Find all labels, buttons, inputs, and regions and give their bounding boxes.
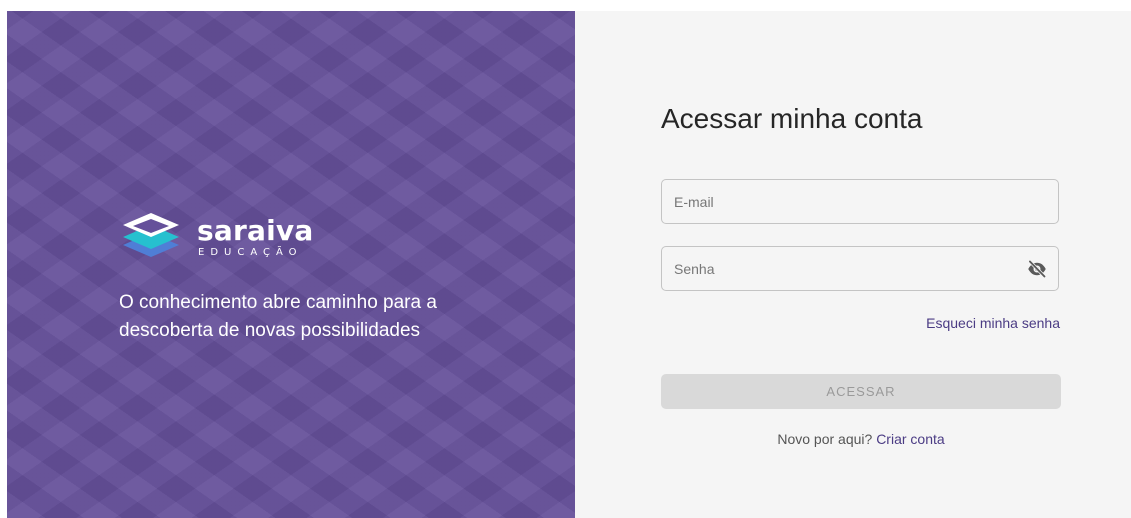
brand-tagline: O conhecimento abre caminho para a desco… bbox=[119, 292, 437, 341]
brand-subtitle: EDUCAÇÃO bbox=[198, 247, 303, 258]
forgot-password-link[interactable]: Esqueci minha senha bbox=[926, 315, 1060, 331]
email-input[interactable] bbox=[662, 180, 1058, 223]
signup-prompt: Novo por aqui? bbox=[777, 431, 873, 447]
brand-panel: saraiva EDUCAÇÃO O conhecimento abre cam… bbox=[7, 11, 575, 518]
submit-button[interactable]: ACESSAR bbox=[661, 374, 1061, 409]
brand-name: saraiva bbox=[197, 214, 314, 247]
login-title: Acessar minha conta bbox=[661, 103, 923, 134]
password-input[interactable] bbox=[662, 247, 1058, 290]
email-field bbox=[661, 179, 1059, 224]
signup-row: Novo por aqui? Criar conta bbox=[661, 431, 1061, 447]
page: saraiva EDUCAÇÃO O conhecimento abre cam… bbox=[7, 11, 1131, 518]
eye-off-icon[interactable] bbox=[1026, 259, 1048, 279]
brand-logo: saraiva EDUCAÇÃO bbox=[119, 209, 313, 265]
brand-wordmark: saraiva EDUCAÇÃO bbox=[197, 214, 314, 259]
login-panel: Acessar minha conta Esqueci minha senha … bbox=[575, 11, 1131, 518]
signup-link[interactable]: Criar conta bbox=[876, 431, 944, 447]
password-field bbox=[661, 246, 1059, 291]
saraiva-logo-icon bbox=[123, 213, 179, 257]
